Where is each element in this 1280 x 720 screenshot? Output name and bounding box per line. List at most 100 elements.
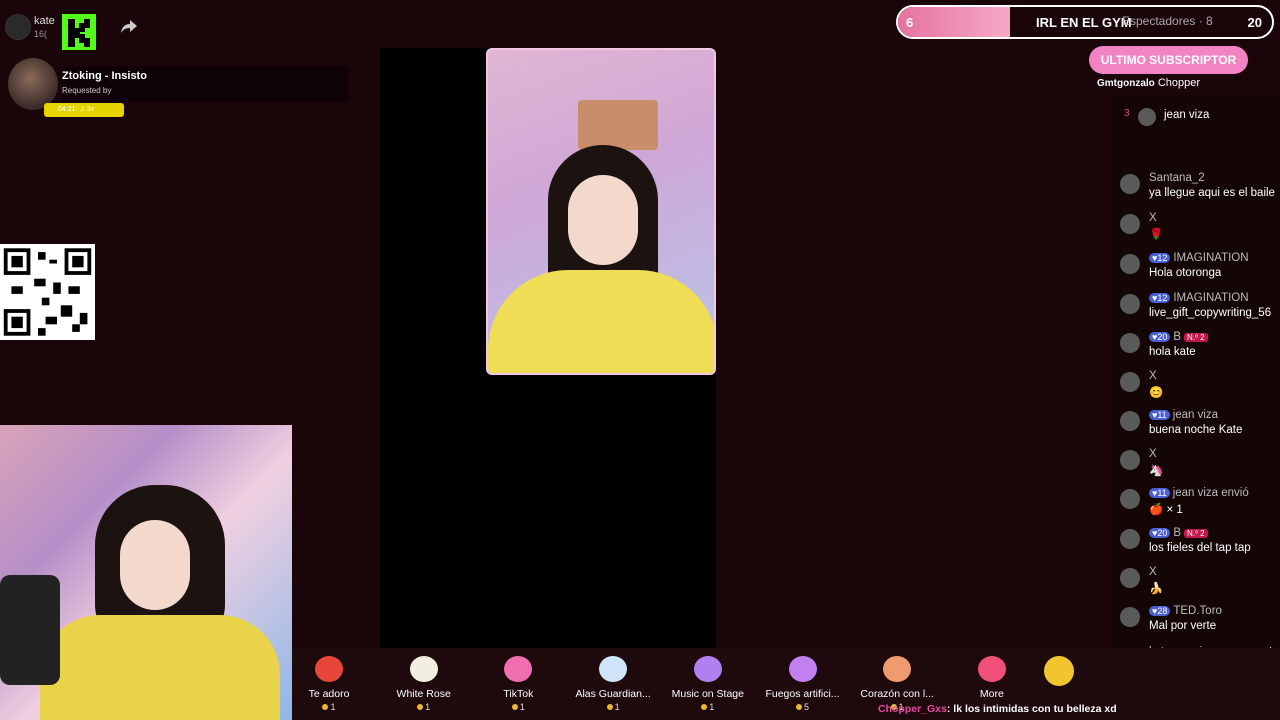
gift-item[interactable]: TikTok 1	[473, 656, 563, 712]
chat-username[interactable]: ♥28 TED.Toro	[1149, 605, 1222, 617]
gift-price: 1	[284, 702, 374, 712]
level-badge: ♥20	[1149, 332, 1171, 342]
gift-price: 1	[568, 702, 658, 712]
avatar	[1120, 294, 1140, 314]
song-progress-pill: 04:21 ♫ 3x	[44, 103, 124, 117]
chat-text: 🦄	[1149, 465, 1164, 477]
level-badge: ♥11	[1149, 410, 1170, 420]
gift-price: 1	[663, 702, 753, 712]
gift-item[interactable]: Te adoro 1	[284, 656, 374, 712]
gift-name: Alas Guardian...	[575, 688, 651, 700]
last-subscriber-badge: ULTIMO SUBSCRIPTOR	[1089, 46, 1248, 74]
chat-text: Mal por verte	[1149, 620, 1217, 632]
avatar	[1120, 333, 1140, 353]
gift-price: 1	[379, 702, 469, 712]
chat-text: hola kate	[1149, 346, 1196, 358]
song-time: 04:21	[58, 106, 76, 113]
chat-username[interactable]: Santana_2	[1149, 172, 1205, 184]
gift-icon	[409, 656, 438, 682]
chat-text: los fieles del tap tap	[1149, 542, 1251, 554]
rank-badge: N.º 2	[1184, 333, 1208, 342]
gift-icon	[599, 656, 628, 682]
avatar	[1120, 214, 1140, 234]
chat-username[interactable]: X	[1149, 448, 1157, 460]
gift-item[interactable]: More	[947, 656, 1037, 700]
avatar	[1120, 254, 1140, 274]
goal-label: IRL EN EL GYM	[1036, 15, 1132, 30]
avatar	[1138, 108, 1156, 126]
chat-username[interactable]: X	[1149, 566, 1157, 578]
gift-icon	[977, 656, 1006, 682]
level-badge: ♥12	[1149, 253, 1171, 263]
webcam-feed	[0, 425, 292, 720]
gift-name: Music on Stage	[671, 688, 744, 700]
qr-code-icon	[0, 244, 95, 340]
chat-text: ya llegue aqui es el baile	[1149, 187, 1275, 199]
chat-text: 😊	[1149, 387, 1164, 399]
goal-fill	[898, 7, 1011, 37]
chat-text: 🍌	[1149, 583, 1164, 595]
tiktok-coin-icon[interactable]	[1044, 656, 1074, 686]
gift-name: More	[979, 688, 1004, 700]
avatar	[1120, 529, 1140, 549]
chat-text: 🍎 × 1	[1149, 504, 1183, 516]
chat-ticker: Chopper_Gxs: lk los intimidas con tu bel…	[878, 703, 1117, 715]
gift-icon	[693, 656, 722, 682]
chat-username[interactable]: ♥11 jean viza	[1149, 409, 1218, 421]
gift-name: TikTok	[503, 688, 534, 700]
level-badge: ♥12	[1149, 293, 1171, 303]
chat-username[interactable]: X	[1149, 370, 1157, 382]
level-badge: ♥20	[1149, 528, 1171, 538]
song-plays: 3x	[86, 106, 95, 113]
level-badge: ♥11	[1149, 488, 1170, 498]
gift-icon	[315, 656, 343, 682]
microphone	[0, 575, 60, 685]
gift-name: Corazón con l...	[860, 688, 934, 700]
vertical-video-feed	[486, 48, 716, 375]
gift-price: 5	[758, 702, 848, 712]
gift-price: 1	[473, 702, 563, 712]
rank-badge: N.º 2	[1184, 529, 1208, 538]
avatar	[1120, 568, 1140, 588]
chat-text: Hola otoronga	[1149, 267, 1222, 279]
song-title: Ztoking - Insisto	[62, 70, 147, 82]
chat-text: live_gift_copywriting_56	[1149, 307, 1272, 319]
gift-item[interactable]: Alas Guardian... 1	[568, 656, 658, 712]
avatar	[1120, 489, 1140, 509]
follower-count: 16(	[34, 29, 48, 39]
chat-text: 🌹	[1149, 229, 1164, 241]
gift-icon	[883, 656, 912, 682]
avatar	[1120, 450, 1140, 470]
gift-icon	[504, 656, 533, 682]
kick-logo-icon	[62, 14, 96, 50]
viewer-count[interactable]: Espectadores · 8	[1122, 14, 1213, 28]
streamer-name[interactable]: kate	[34, 15, 55, 27]
gift-item[interactable]: White Rose 1	[379, 656, 469, 712]
goal-target: 20	[1247, 15, 1262, 30]
chat-username[interactable]: ♥12 IMAGINATION	[1149, 292, 1249, 304]
avatar	[1120, 174, 1140, 194]
last-subscriber-name: Gmtgonzalo Chopper	[1097, 77, 1201, 89]
chat-username[interactable]: ♥20 B N.º 2	[1149, 331, 1208, 343]
now-playing-widget: Ztoking - Insisto Requested by 04:21 ♫ 3…	[6, 58, 348, 120]
level-badge: ♥28	[1149, 606, 1171, 616]
avatar	[1120, 372, 1140, 392]
streamer-avatar[interactable]	[5, 14, 31, 40]
gift-name: Te adoro	[308, 688, 350, 700]
song-requested-by: Requested by	[62, 86, 112, 95]
avatar	[1120, 411, 1140, 431]
chat-username[interactable]: ♥11 jean viza envió	[1149, 487, 1249, 499]
gift-item[interactable]: Music on Stage 1	[663, 656, 753, 712]
goal-progress-bar: 6 IRL EN EL GYM 20	[896, 5, 1274, 39]
gift-name: White Rose	[396, 688, 451, 700]
chat-username[interactable]: ♥20 B N.º 2	[1149, 527, 1208, 539]
gift-icon	[788, 656, 817, 682]
chat-username[interactable]: ♥12 IMAGINATION	[1149, 252, 1249, 264]
chat-username[interactable]: X	[1149, 212, 1157, 224]
gift-name: Fuegos artifici...	[765, 688, 840, 700]
gift-item[interactable]: Fuegos artifici... 5	[758, 656, 848, 712]
avatar	[1120, 607, 1140, 627]
chat-text: buena noche Kate	[1149, 424, 1243, 436]
share-icon[interactable]	[120, 18, 138, 34]
goal-current: 6	[906, 15, 914, 30]
